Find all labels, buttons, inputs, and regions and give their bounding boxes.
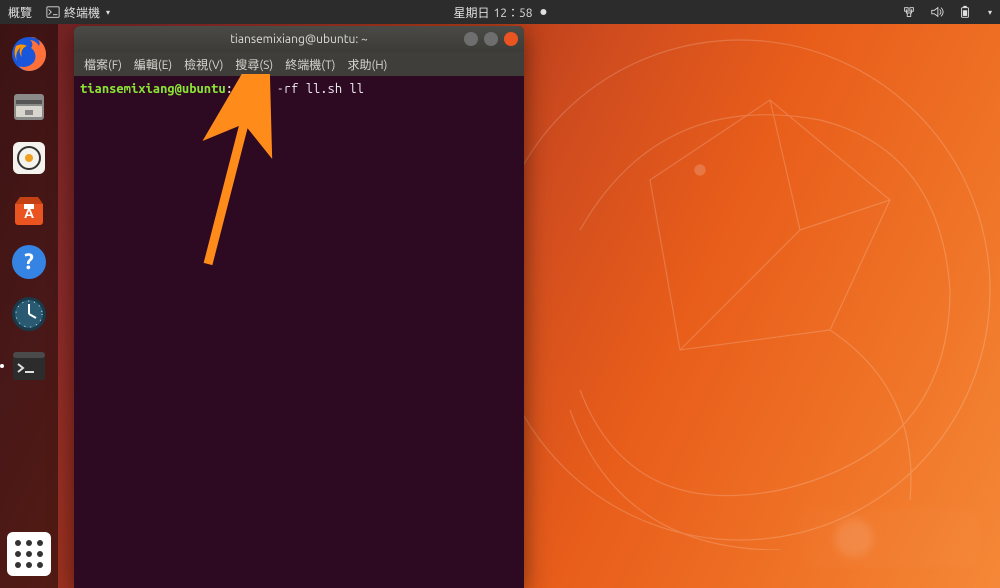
title-bar[interactable]: tiansemixiang@ubuntu: ~ [74,26,524,52]
close-button[interactable] [504,32,518,46]
clock[interactable]: 星期日 12：58 [453,4,546,21]
top-panel: 概覽 終端機 ▾ 星期日 12：58 ▾ [0,0,1000,24]
minimize-button[interactable] [464,32,478,46]
software-icon: A [9,190,49,230]
network-icon [902,5,916,19]
chevron-down-icon: ▾ [106,8,110,17]
battery-icon [958,5,972,19]
svg-text:?: ? [24,249,34,274]
volume-icon [930,5,944,19]
notification-dot-icon [541,9,547,15]
dock-item-software[interactable]: A [7,188,51,232]
command-text: rm -rf ll.sh ll [255,82,364,96]
clock-day: 星期日 [453,4,489,21]
origami-bird-wallpaper-graphic [480,30,1000,550]
clock-time: 12：58 [493,4,532,21]
app-menu[interactable]: 終端機 ▾ [46,4,110,21]
menu-bar: 檔案(F) 編輯(E) 檢視(V) 搜尋(S) 終端機(T) 求助(H) [74,52,524,76]
prompt-sep2: $ [240,82,247,96]
help-icon: ? [9,242,49,282]
menu-help[interactable]: 求助(H) [343,54,391,75]
dock-item-rhythmbox[interactable] [7,136,51,180]
dock-item-terminal[interactable] [7,344,51,388]
activities-button[interactable]: 概覽 [8,4,32,21]
menu-search[interactable]: 搜尋(S) [231,54,277,75]
maximize-button[interactable] [484,32,498,46]
dock: A ? [0,24,58,588]
firefox-icon [9,34,49,74]
dock-item-help[interactable]: ? [7,240,51,284]
menu-terminal[interactable]: 終端機(T) [281,54,339,75]
dock-item-firefox[interactable] [7,32,51,76]
rhythmbox-icon [9,138,49,178]
clock-icon [9,294,49,334]
svg-text:A: A [24,205,34,221]
prompt-sep1: : [226,82,233,96]
chevron-down-icon: ▾ [988,8,992,17]
prompt-user-host: tiansemixiang@ubuntu [80,82,226,96]
app-menu-label: 終端機 [64,4,100,21]
watermark [800,508,980,568]
show-applications-button[interactable] [7,532,51,576]
dock-item-clocks[interactable] [7,292,51,336]
terminal-body[interactable]: tiansemixiang@ubuntu:~$ rm -rf ll.sh ll [74,76,524,588]
dock-item-files[interactable] [7,84,51,128]
terminal-menu-icon [46,5,60,19]
menu-view[interactable]: 檢視(V) [180,54,227,75]
system-status-area[interactable]: ▾ [902,5,992,19]
window-title: tiansemixiang@ubuntu: ~ [230,33,368,46]
menu-edit[interactable]: 編輯(E) [130,54,176,75]
files-icon [9,86,49,126]
terminal-icon [9,346,49,386]
menu-file[interactable]: 檔案(F) [80,54,126,75]
terminal-window: tiansemixiang@ubuntu: ~ 檔案(F) 編輯(E) 檢視(V… [74,26,524,588]
